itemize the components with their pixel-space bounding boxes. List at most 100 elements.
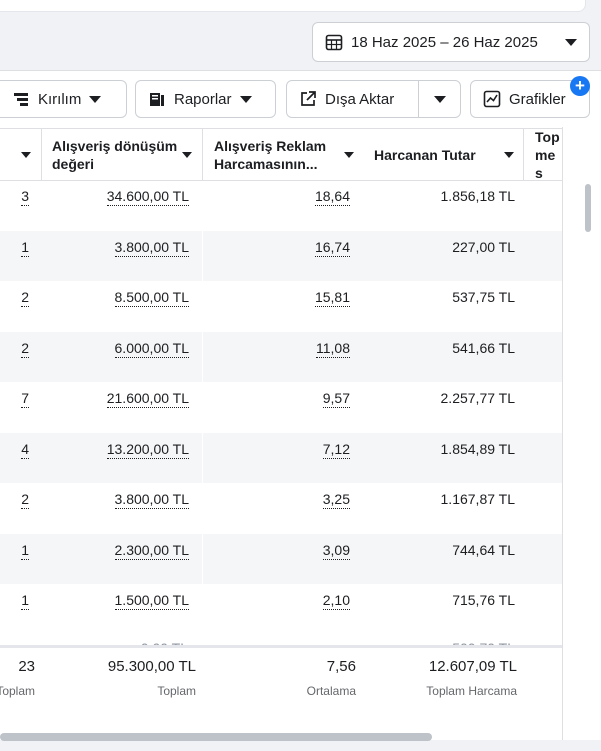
column-header-shopping-conversion-value[interactable]: Alışveriş dönüşüm değeri [52, 129, 202, 181]
table-right-border [562, 127, 563, 740]
calendar-icon [325, 33, 343, 51]
cell-amount-spent: 537,75 TL [452, 289, 515, 305]
column-title: Harcanan Tutar [374, 147, 476, 163]
cell-roas[interactable]: 18,64 [314, 188, 350, 206]
external-link-icon [299, 90, 317, 108]
chevron-down-icon [239, 95, 252, 103]
chevron-down-icon [433, 95, 446, 103]
cell-amount-spent: 2.257,77 TL [440, 390, 515, 406]
sort-caret-icon [21, 152, 31, 158]
date-range-picker[interactable]: 18 Haz 2025 – 26 Haz 2025 [312, 22, 590, 62]
cell-roas[interactable]: 3,25 [322, 491, 350, 509]
cell-amount-spent: 1.854,89 TL [440, 440, 515, 457]
table-row[interactable]: 2 8.500,00 TL 15,81 537,75 TL [0, 281, 562, 331]
table-row[interactable]: 1 1.500,00 TL 2,10 715,76 TL [0, 584, 562, 634]
column-divider [202, 331, 203, 382]
cell-conversion-value[interactable]: 3.800,00 TL [114, 491, 189, 509]
column-header-amount-spent[interactable]: Harcanan Tutar [374, 129, 524, 181]
cell-roas[interactable]: 2,10 [322, 592, 350, 610]
cell-count[interactable]: 1 [21, 239, 29, 257]
footer-count-total: 23 [18, 658, 35, 675]
table-row[interactable]: 3 34.600,00 TL 18,64 1.856,18 TL [0, 180, 562, 230]
cell-count[interactable]: 4 [21, 441, 29, 459]
cell-amount-spent: 1.856,18 TL [440, 188, 515, 204]
table-body: 3 34.600,00 TL 18,64 1.856,18 TL 1 3.800,00 T… [0, 180, 562, 650]
table-row[interactable]: 1 2.300,00 TL 3,09 744,64 TL [0, 533, 562, 584]
footer-spent-label: Toplam Harcama [426, 684, 517, 698]
table-footer-totals: 23 Toplam 95.300,00 TL Toplam 7,56 Ortal… [0, 645, 562, 740]
reports-icon [148, 90, 166, 108]
column-divider [202, 584, 203, 634]
column-divider [202, 533, 203, 584]
cell-amount-spent: 744,64 TL [452, 541, 515, 558]
column-divider [202, 483, 203, 533]
column-divider [202, 281, 203, 331]
cell-roas[interactable]: 11,08 [316, 340, 350, 358]
cell-count[interactable]: 3 [21, 188, 29, 206]
cell-conversion-value[interactable]: 3.800,00 TL [114, 239, 189, 257]
cell-count[interactable]: 2 [21, 491, 29, 509]
cell-conversion-value[interactable]: 34.600,00 TL [106, 188, 189, 206]
cell-count[interactable]: 1 [21, 592, 29, 610]
column-title: Alışveriş dönüşüm değeri [52, 138, 178, 172]
footer-roas-label: Ortalama [306, 684, 356, 698]
cell-count[interactable]: 2 [21, 289, 29, 307]
column-divider [202, 230, 203, 281]
cell-amount-spent: 1.167,87 TL [440, 491, 515, 507]
breakdown-icon [12, 90, 30, 108]
cell-count[interactable]: 1 [21, 542, 29, 560]
table-row[interactable]: 4 13.200,00 TL 7,12 1.854,89 TL [0, 432, 562, 483]
table-row[interactable]: 1 3.800,00 TL 16,74 227,00 TL [0, 230, 562, 281]
footer-roas-avg: 7,56 [326, 658, 356, 675]
cell-roas[interactable]: 3,09 [322, 542, 350, 560]
column-header-partial[interactable]: Top mes [535, 129, 562, 181]
export-button[interactable]: Dışa Aktar [286, 80, 419, 118]
table-header: Alışveriş dönüşüm değeri Alışveriş Rekla… [0, 128, 562, 181]
reports-label: Raporlar [174, 90, 232, 108]
cell-roas[interactable]: 9,57 [322, 390, 350, 408]
charts-label: Grafikler [509, 90, 566, 108]
sort-caret-icon [504, 152, 514, 158]
cell-count[interactable]: 7 [21, 390, 29, 408]
column-title: Alışveriş Reklam Harcamasının... [214, 138, 327, 172]
cell-roas[interactable]: 7,12 [322, 441, 350, 459]
table-row[interactable]: 7 21.600,00 TL 9,57 2.257,77 TL [0, 382, 562, 432]
footer-count-label: Toplam [0, 684, 35, 698]
cell-roas[interactable]: 15,81 [314, 289, 350, 307]
breakdown-label: Kırılım [38, 90, 82, 108]
footer-conv-total: 95.300,00 TL [107, 658, 196, 675]
export-label: Dışa Aktar [325, 90, 395, 108]
column-title: Top mes [535, 129, 560, 181]
sort-caret-icon [182, 152, 192, 158]
date-range-label: 18 Haz 2025 – 26 Haz 2025 [351, 33, 538, 51]
cell-count[interactable]: 2 [21, 340, 29, 358]
column-header-shopping-roas[interactable]: Alışveriş Reklam Harcamasının... [214, 129, 364, 181]
vertical-scrollbar[interactable] [585, 184, 591, 232]
cell-amount-spent: 541,66 TL [452, 339, 515, 356]
top-header-strip [0, 0, 586, 12]
column-header-count[interactable] [0, 129, 41, 181]
footer-conv-label: Toplam [157, 684, 196, 698]
cell-conversion-value[interactable]: 6.000,00 TL [114, 340, 189, 358]
line-chart-icon [483, 90, 501, 108]
table-row[interactable]: 2 6.000,00 TL 11,08 541,66 TL [0, 331, 562, 382]
export-menu-button[interactable] [418, 80, 461, 118]
cell-conversion-value[interactable]: 13.200,00 TL [106, 441, 189, 459]
cell-conversion-value[interactable]: 21.600,00 TL [106, 390, 189, 408]
cell-conversion-value[interactable]: 2.300,00 TL [114, 542, 189, 560]
cell-amount-spent: 715,76 TL [452, 592, 515, 608]
column-divider [202, 382, 203, 432]
breakdown-button[interactable]: Kırılım [0, 80, 127, 118]
cell-roas[interactable]: 16,74 [314, 239, 350, 257]
column-divider [41, 129, 42, 181]
cell-conversion-value[interactable]: 1.500,00 TL [114, 592, 189, 610]
horizontal-scrollbar[interactable] [0, 733, 432, 741]
reports-button[interactable]: Raporlar [135, 80, 276, 118]
chevron-down-icon [565, 38, 577, 46]
cell-conversion-value[interactable]: 8.500,00 TL [114, 289, 189, 307]
chevron-down-icon [89, 95, 102, 103]
table-row[interactable]: 2 3.800,00 TL 3,25 1.167,87 TL [0, 483, 562, 533]
column-divider [202, 180, 203, 230]
column-divider [523, 129, 524, 181]
add-column-icon[interactable]: + [570, 76, 590, 96]
